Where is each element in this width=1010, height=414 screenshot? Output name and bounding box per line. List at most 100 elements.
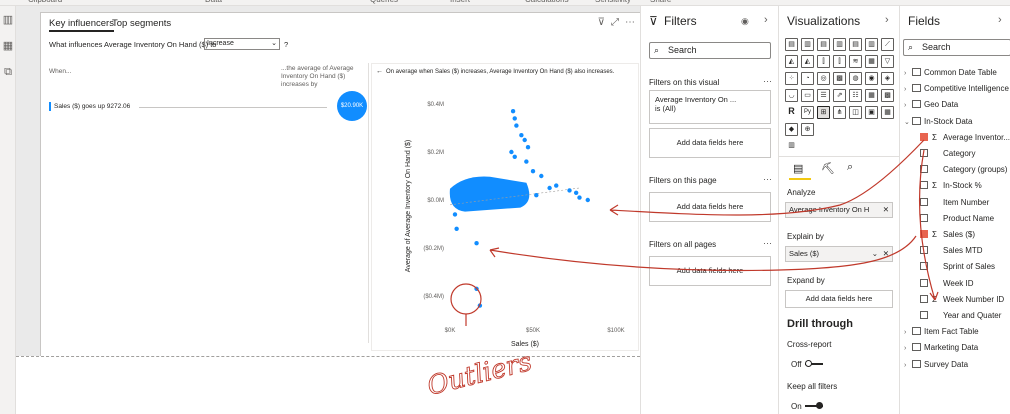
filled-map-icon[interactable]: ◉: [865, 72, 878, 85]
kpi-icon[interactable]: ⇗: [833, 89, 846, 102]
key-influencers-icon[interactable]: ⊞: [817, 106, 830, 119]
collapse-chevron-icon[interactable]: ›: [885, 14, 889, 26]
increase-dropdown[interactable]: Increase ⌄: [204, 38, 280, 50]
field-row[interactable]: Week ID: [920, 278, 974, 288]
field-row[interactable]: Σ Week Number ID: [920, 294, 1004, 304]
waterfall-icon[interactable]: ▦: [865, 55, 878, 68]
field-row[interactable]: Product Name: [920, 213, 994, 223]
chevron-right-icon[interactable]: ›: [904, 329, 912, 336]
help-mark[interactable]: ?: [284, 40, 288, 49]
scatter-icon[interactable]: ⁘: [785, 72, 798, 85]
stacked-bar-icon[interactable]: ▤: [785, 38, 798, 51]
field-checkbox[interactable]: [920, 262, 928, 271]
chevron-down-icon[interactable]: ⌄: [904, 118, 912, 126]
paginated-icon[interactable]: ▦: [881, 106, 894, 119]
keep-filters-toggle[interactable]: On: [791, 402, 823, 411]
fields-search-input[interactable]: ⌕ Search: [903, 39, 1010, 56]
area-icon[interactable]: ◭: [785, 55, 798, 68]
analytics-magnifier-icon[interactable]: ⌕: [847, 161, 853, 174]
analyze-field-well[interactable]: Average Inventory On H ✕: [785, 202, 893, 218]
line-column-icon[interactable]: ⫿: [817, 55, 830, 68]
table-row[interactable]: › Marketing Data: [904, 343, 978, 352]
report-view-icon[interactable]: ▥: [2, 14, 14, 26]
focus-mode-icon[interactable]: ⤢: [611, 17, 619, 28]
field-row[interactable]: Category (groups): [920, 165, 1007, 174]
field-checkbox[interactable]: [920, 213, 928, 222]
table-icon[interactable]: ▦: [865, 89, 878, 102]
remove-icon[interactable]: ✕: [883, 247, 889, 261]
field-row[interactable]: Sales MTD: [920, 246, 983, 255]
format-paint-icon[interactable]: ⛏: [821, 162, 835, 175]
remove-icon[interactable]: ✕: [883, 203, 889, 217]
collapse-chevron-icon[interactable]: ›: [764, 14, 768, 26]
line-clustered-icon[interactable]: ⫿: [833, 55, 846, 68]
gauge-icon[interactable]: ◡: [785, 89, 798, 102]
pie-icon[interactable]: ◔: [801, 72, 814, 85]
r-visual-icon[interactable]: R: [785, 106, 798, 119]
field-checkbox[interactable]: [920, 149, 928, 157]
table-row[interactable]: › Geo Data: [904, 100, 958, 109]
more-options-icon[interactable]: ⋯: [763, 238, 772, 249]
map-icon[interactable]: ◍: [849, 72, 862, 85]
field-checkbox[interactable]: [920, 294, 928, 303]
chevron-right-icon[interactable]: ›: [904, 70, 912, 77]
field-row[interactable]: Item Number: [920, 197, 989, 207]
filter-card[interactable]: Average Inventory On ... is (All): [649, 90, 771, 124]
more-options-icon[interactable]: ⋯: [625, 17, 635, 28]
tab-key-influencers[interactable]: Key influencers: [49, 18, 114, 32]
field-checkbox[interactable]: [920, 311, 928, 319]
expand-add-fields[interactable]: Add data fields here: [785, 290, 893, 308]
field-row[interactable]: Σ Average Inventor...: [920, 132, 1010, 142]
tab-top-segments[interactable]: Top segments: [112, 18, 171, 29]
slicer-icon[interactable]: ☷: [849, 89, 862, 102]
key-influencers-visual[interactable]: Key influencers Top segments ⊽ ⤢ ⋯ What in…: [40, 12, 642, 358]
shape-map-icon[interactable]: ◈: [881, 72, 894, 85]
field-checkbox[interactable]: [920, 197, 928, 206]
clustered-bar-icon[interactable]: ▤: [817, 38, 830, 51]
field-row[interactable]: Year and Quater: [920, 311, 1001, 320]
chevron-down-icon[interactable]: ⌄: [872, 247, 878, 261]
smart-narrative-icon[interactable]: ▣: [865, 106, 878, 119]
line-icon[interactable]: ⟋: [881, 38, 894, 51]
table-row[interactable]: ⌄ In-Stock Data: [904, 116, 972, 126]
chevron-right-icon[interactable]: ›: [904, 86, 912, 93]
field-row[interactable]: Σ In-Stock %: [920, 181, 982, 190]
stacked-area-icon[interactable]: ◭: [801, 55, 814, 68]
field-checkbox[interactable]: [920, 181, 928, 190]
table-row[interactable]: › Item Fact Table: [904, 327, 979, 336]
python-visual-icon[interactable]: Py: [801, 106, 814, 119]
field-checkbox[interactable]: [920, 246, 928, 255]
matrix-icon[interactable]: ▩: [881, 89, 894, 102]
chevron-right-icon[interactable]: ›: [904, 345, 912, 352]
filters-search-input[interactable]: ⌕ Search: [649, 42, 771, 59]
fields-tab-icon[interactable]: ▤: [793, 162, 803, 175]
treemap-icon[interactable]: ▩: [833, 72, 846, 85]
back-arrow-icon[interactable]: ←: [376, 68, 383, 75]
100-column-icon[interactable]: ▥: [865, 38, 878, 51]
add-fields-page[interactable]: Add data fields here: [649, 192, 771, 222]
arcgis-icon[interactable]: ◆: [785, 123, 798, 136]
field-row[interactable]: Σ Sales ($): [920, 230, 975, 239]
clustered-column-icon[interactable]: ▥: [833, 38, 846, 51]
qa-icon[interactable]: ◫: [849, 106, 862, 119]
cross-report-toggle[interactable]: Off: [791, 360, 823, 369]
100-bar-icon[interactable]: ▤: [849, 38, 862, 51]
more-options-icon[interactable]: ⋯: [763, 174, 772, 185]
multi-card-icon[interactable]: ☰: [817, 89, 830, 102]
field-checkbox[interactable]: [920, 165, 928, 174]
data-view-icon[interactable]: ▦: [2, 40, 14, 52]
chevron-right-icon[interactable]: ›: [904, 362, 912, 369]
more-options-icon[interactable]: ⋯: [763, 76, 772, 87]
eye-icon[interactable]: ◉: [741, 16, 749, 27]
collapse-chevron-icon[interactable]: ›: [998, 14, 1002, 26]
card-icon[interactable]: ▭: [801, 89, 814, 102]
power-apps-icon[interactable]: ⊕: [801, 123, 814, 136]
donut-icon[interactable]: ◎: [817, 72, 830, 85]
field-row[interactable]: Sprint of Sales: [920, 262, 995, 271]
field-row[interactable]: Category: [920, 149, 975, 158]
more-visuals-icon[interactable]: ▥: [785, 140, 798, 153]
decomposition-tree-icon[interactable]: ⋔: [833, 106, 846, 119]
chevron-right-icon[interactable]: ›: [904, 102, 912, 109]
field-checkbox[interactable]: [920, 132, 928, 141]
funnel-icon[interactable]: ▽: [881, 55, 894, 68]
